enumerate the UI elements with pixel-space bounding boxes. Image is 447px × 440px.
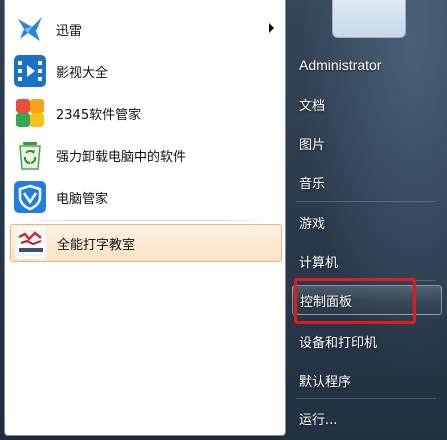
link-run[interactable]: 运行... [292,403,442,433]
link-label: 图片 [299,137,326,153]
program-label: 2345软件管家 [56,107,142,123]
separator [296,398,436,399]
thunder-bird-icon [14,13,46,45]
video-film-icon [14,55,46,87]
separator [15,220,277,221]
program-label: 全能打字教室 [57,237,136,253]
colorful-tiles-icon [14,97,46,129]
program-label: 强力卸载电脑中的软件 [56,149,187,165]
link-label: 音乐 [299,176,326,192]
program-item-typing-school[interactable]: 全能打字教室 [10,224,282,262]
link-label: Administrator [299,57,382,73]
link-label: 计算机 [299,255,339,271]
link-documents[interactable]: 文档 [292,89,442,119]
typing-school-icon [15,227,47,259]
link-pictures[interactable]: 图片 [292,128,442,158]
link-user-account[interactable]: Administrator [292,50,442,80]
link-label: 游戏 [299,216,326,232]
link-computer[interactable]: 计算机 [292,246,442,276]
link-music[interactable]: 音乐 [292,167,442,197]
link-label: 默认程序 [299,374,352,390]
program-item-video[interactable]: 影视大全 [10,52,282,90]
program-item-pc-manager[interactable]: 电脑管家 [10,178,282,216]
separator [296,201,436,202]
user-picture[interactable] [332,0,406,38]
link-default-programs[interactable]: 默认程序 [292,365,442,395]
program-label: 电脑管家 [56,191,109,207]
shield-icon [14,181,46,213]
submenu-arrow-icon [269,23,274,33]
program-label: 影视大全 [56,65,109,81]
program-item-2345[interactable]: 2345软件管家 [10,94,282,132]
program-label: 迅雷 [56,23,83,39]
recycle-bin-icon [14,139,46,171]
program-item-xunlei[interactable]: 迅雷 [10,10,282,48]
link-games[interactable]: 游戏 [292,207,442,237]
programs-pane: 迅雷 影视大全 2345软件管家 强力卸载电脑中的软件 电脑管家 全能打字教室 [4,0,286,436]
link-label: 设备和打印机 [299,335,378,351]
annotation-highlight-box [294,278,416,324]
link-devices-printers[interactable]: 设备和打印机 [292,326,442,356]
program-item-uninstaller[interactable]: 强力卸载电脑中的软件 [10,136,282,174]
link-label: 运行... [299,412,338,428]
link-label: 文档 [299,98,326,114]
